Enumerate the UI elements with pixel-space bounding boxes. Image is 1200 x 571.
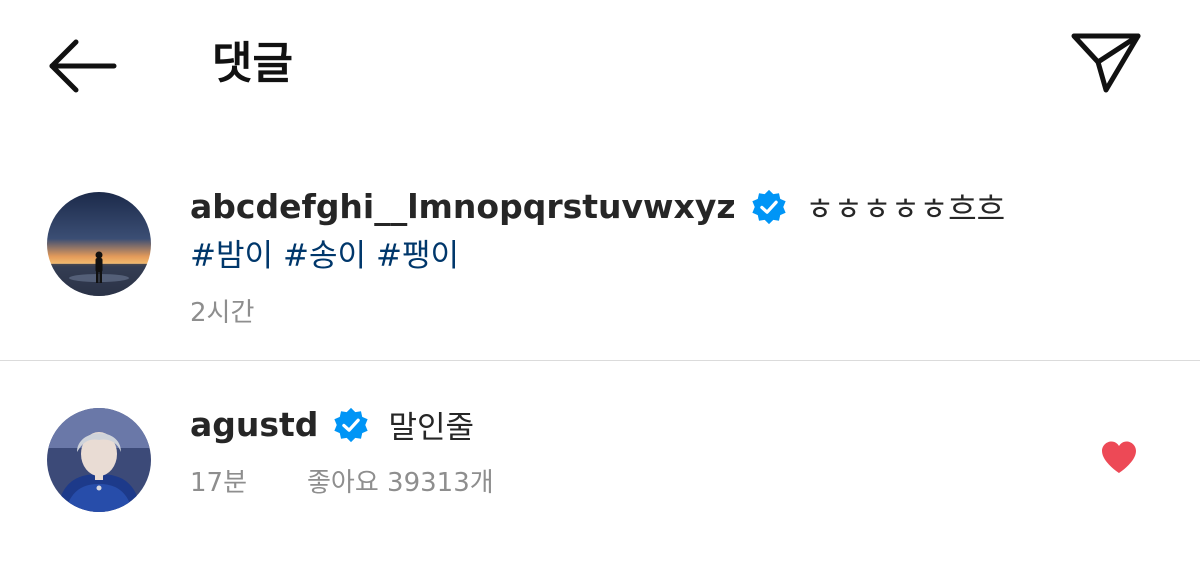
- verified-badge-icon: [334, 407, 369, 442]
- comment-like-count[interactable]: 좋아요 39313개: [307, 462, 494, 499]
- page-title: 댓글: [212, 38, 293, 89]
- heart-icon: [1102, 441, 1136, 473]
- hashtag-link[interactable]: #밤이: [190, 238, 273, 274]
- avatar[interactable]: [47, 192, 151, 296]
- back-button[interactable]: [44, 36, 120, 96]
- like-button[interactable]: [1100, 440, 1138, 474]
- verified-badge-icon: [751, 189, 786, 224]
- hashtag-list: #밤이 #송이 #팽이: [190, 230, 469, 275]
- share-button[interactable]: [1068, 30, 1144, 96]
- app-header: 댓글: [0, 0, 1200, 130]
- avatar[interactable]: [47, 408, 151, 512]
- comment-text: 말인줄: [388, 410, 474, 446]
- hashtag-link[interactable]: #송이: [283, 238, 366, 274]
- comment-meta: 17분 좋아요 39313개: [190, 462, 494, 499]
- paper-plane-icon: [1071, 33, 1141, 93]
- divider: [0, 360, 1200, 361]
- sunset-silhouette-avatar-image: [47, 192, 151, 296]
- comment-username[interactable]: agustd: [190, 405, 318, 444]
- comment-line: agustd 말인줄: [190, 402, 474, 447]
- hashtag-link[interactable]: #팽이: [376, 238, 459, 274]
- caption-text: ㅎㅎㅎㅎㅎ흐흐: [805, 192, 1006, 228]
- caption-line: abcdefghi__lmnopqrstuvwxyz ㅎㅎㅎㅎㅎ흐흐: [190, 184, 1005, 229]
- caption-username[interactable]: abcdefghi__lmnopqrstuvwxyz: [190, 187, 736, 226]
- caption-timestamp: 2시간: [190, 298, 255, 328]
- comment-timestamp: 17분: [190, 468, 248, 498]
- profile-photo-avatar-image: [47, 408, 151, 512]
- arrow-left-icon: [49, 39, 117, 93]
- post-caption: abcdefghi__lmnopqrstuvwxyz ㅎㅎㅎㅎㅎ흐흐 #밤이 #송…: [0, 170, 1200, 360]
